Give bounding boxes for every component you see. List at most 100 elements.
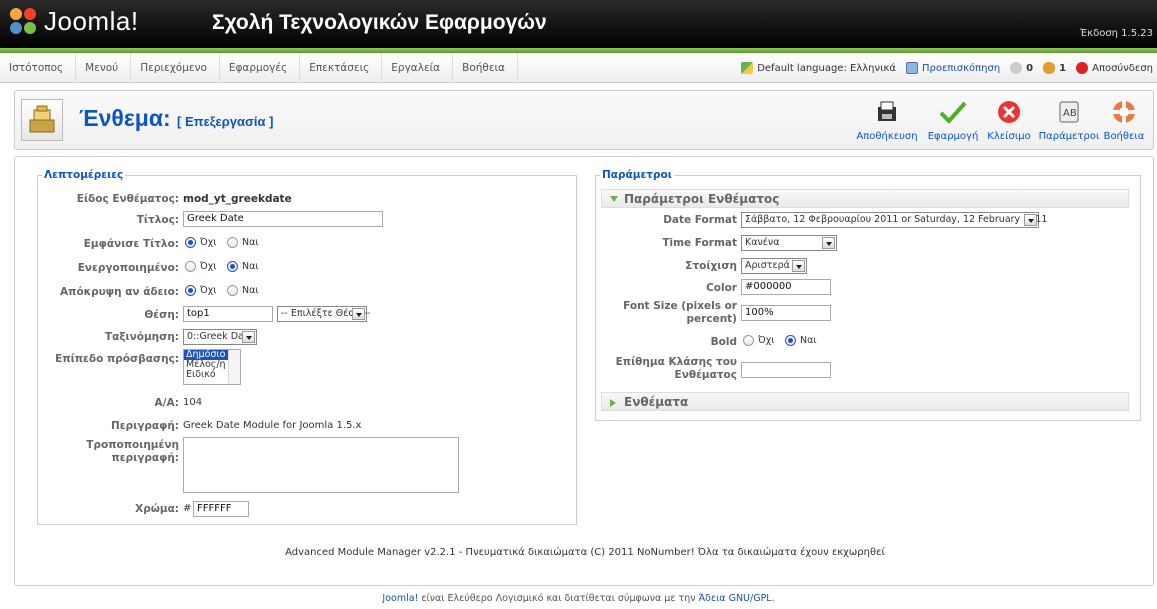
module-type-label: Είδος Ενθέματος:: [76, 193, 179, 205]
footer-joomla-link[interactable]: Joomla!: [382, 593, 418, 604]
access-listbox[interactable]: Δημόσιο Μέλος/η Ειδικό: [183, 349, 241, 385]
enabled-yes[interactable]: Ναι: [227, 261, 259, 272]
messages-count[interactable]: 0: [1010, 62, 1033, 74]
admin-menubar: Ιστότοπος Μενού Περιεχόμενο Εφαρμογές Επ…: [0, 53, 1157, 83]
details-legend: Λεπτομέρειες: [44, 169, 124, 181]
preview-link[interactable]: Προεπισκόπηση: [905, 62, 1000, 74]
alignment-label: Στοίχιση: [685, 260, 737, 272]
hide-empty-no-label: Όχι: [200, 285, 217, 296]
preview-icon: [905, 62, 918, 74]
id-value: 104: [183, 397, 203, 408]
site-name: Σχολή Τεχνολογικών Εφαρμογών: [212, 11, 547, 34]
menu-help[interactable]: Βοήθεια: [453, 53, 518, 83]
class-suffix-label-1: Επίθημα Κλάσης του: [615, 356, 737, 368]
joomla-logo-icon: [10, 7, 38, 36]
hide-empty-yes[interactable]: Ναι: [227, 285, 259, 296]
chevron-down-icon: [822, 237, 835, 249]
radio-icon: [743, 335, 754, 346]
menu-tools[interactable]: Εργαλεία: [382, 53, 454, 83]
color-param-input[interactable]: #000000: [741, 279, 831, 295]
show-title-yes-label: Ναι: [242, 237, 259, 248]
class-suffix-input[interactable]: [741, 362, 831, 378]
time-format-value: Κανένα: [745, 237, 780, 248]
color-param-label: Color: [706, 282, 737, 294]
page-subtitle: [ Επεξεργασία ]: [177, 114, 274, 129]
radio-selected-icon: [785, 335, 796, 346]
radio-selected-icon: [185, 285, 196, 296]
listbox-scrollbar[interactable]: [228, 350, 240, 384]
font-size-label-1: Font Size (pixels or: [623, 300, 737, 312]
preview-text[interactable]: Προεπισκόπηση: [922, 63, 1000, 74]
version-label: Έκδοση 1.5.23: [1079, 28, 1153, 39]
users-icon: [1043, 62, 1056, 74]
font-size-label-2: percent): [686, 313, 737, 325]
page-title: Ένθεμα: [ Επεξεργασία ]: [79, 105, 273, 132]
footer-license-link[interactable]: Άδεια GNU/GPL.: [699, 593, 775, 604]
close-button[interactable]: Κλείσιμο: [975, 97, 1043, 142]
chevron-down-icon: [352, 308, 365, 320]
language-flag-icon: [741, 62, 754, 74]
date-format-select[interactable]: Σάββατο, 12 Φεβρουαρίου 2011 or Saturday…: [741, 212, 1047, 228]
position-select[interactable]: -- Επιλέξτε Θέση --: [277, 306, 370, 322]
footer: Joomla! είναι Ελεύθερο Λογισμικό και δια…: [0, 593, 1157, 604]
enabled-label: Ενεργοποιημένο:: [77, 262, 179, 274]
module-parameters-panel-header[interactable]: Παράμετροι Ενθέματος: [601, 189, 1129, 208]
bold-yes[interactable]: Ναι: [785, 335, 817, 346]
bold-no-label: Όχι: [758, 335, 775, 346]
bold-no[interactable]: Όχι: [743, 335, 774, 346]
radio-selected-icon: [185, 237, 196, 248]
enabled-no[interactable]: Όχι: [185, 261, 216, 272]
hide-empty-label: Απόκρυψη αν άδειο:: [60, 286, 179, 298]
menu-extensions[interactable]: Επεκτάσεις: [300, 53, 383, 83]
menu-components[interactable]: Εφαρμογές: [220, 53, 301, 83]
alignment-select[interactable]: Αριστερά: [741, 258, 807, 274]
lifebuoy-icon: [1108, 97, 1140, 127]
default-language: Default language: Ελληνικά: [741, 62, 896, 74]
time-format-select[interactable]: Κανένα: [741, 235, 837, 251]
menu-content[interactable]: Περιεχόμενο: [131, 53, 220, 83]
show-title-yes[interactable]: Ναι: [227, 237, 259, 248]
triangle-right-icon: [610, 399, 616, 407]
enabled-yes-label: Ναι: [242, 261, 259, 272]
title-label: Τίτλος:: [136, 214, 179, 226]
save-button[interactable]: Αποθήκευση: [853, 97, 921, 142]
checkmark-icon: [937, 97, 969, 127]
messages-count-value: 0: [1026, 62, 1034, 74]
logout-link[interactable]: Αποσύνδεση: [1076, 62, 1153, 74]
enabled-no-label: Όχι: [200, 261, 217, 272]
show-title-no[interactable]: Όχι: [185, 237, 216, 248]
time-format-label: Time Format: [662, 237, 737, 249]
hide-empty-no[interactable]: Όχι: [185, 285, 216, 296]
description-label: Περιγραφή:: [110, 420, 179, 432]
bold-yes-label: Ναι: [800, 335, 817, 346]
order-select[interactable]: 0::Greek Date: [183, 329, 257, 345]
status-bar: Default language: Ελληνικά Προεπισκόπηση…: [731, 53, 1153, 83]
radio-icon: [227, 285, 238, 296]
menu-site[interactable]: Ιστότοπος: [0, 53, 77, 83]
parameters-label: Παράμετροι: [1038, 131, 1100, 142]
radio-selected-icon: [227, 261, 238, 272]
logout-text[interactable]: Αποσύνδεση: [1092, 63, 1153, 74]
font-size-input[interactable]: 100%: [741, 305, 831, 321]
users-count[interactable]: 1: [1043, 62, 1066, 74]
modules-panel-header[interactable]: Ενθέματα: [601, 392, 1129, 411]
description-value: Greek Date Module for Joomla 1.5.x: [183, 420, 362, 431]
show-title-no-label: Όχι: [200, 237, 217, 248]
page-title-text: Ένθεμα:: [79, 105, 171, 131]
color-label: Χρώμα:: [135, 503, 179, 515]
position-input[interactable]: top1: [183, 306, 273, 322]
color-input[interactable]: FFFFFF: [193, 501, 249, 517]
title-input[interactable]: Greek Date: [183, 211, 383, 227]
help-button[interactable]: Βοήθεια: [1093, 97, 1155, 142]
class-suffix-label-2: Ενθέματος: [674, 369, 737, 381]
footer-text: είναι Ελεύθερο Λογισμικό και διατίθεται …: [418, 593, 699, 604]
custom-description-textarea[interactable]: [183, 437, 459, 493]
bold-label: Bold: [710, 336, 737, 348]
hide-empty-yes-label: Ναι: [242, 285, 259, 296]
default-language-text: Default language: Ελληνικά: [757, 62, 896, 74]
date-format-value: Σάββατο, 12 Φεβρουαρίου 2011 or Saturday…: [745, 214, 1048, 225]
logout-icon: [1076, 62, 1089, 74]
custom-description-label-2: περιγραφή:: [111, 452, 179, 464]
menu-menus[interactable]: Μενού: [76, 53, 132, 83]
close-icon: [993, 97, 1025, 127]
